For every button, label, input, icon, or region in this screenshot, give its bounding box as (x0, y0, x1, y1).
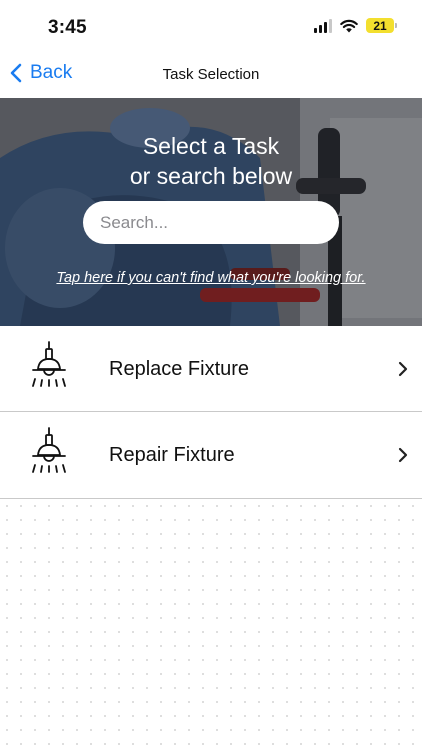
status-icons: 21 (314, 18, 397, 33)
page-title: Task Selection (162, 66, 260, 83)
hero-banner: Select a Task or search below Tap here i… (0, 98, 422, 326)
signal-icon (314, 18, 332, 33)
wifi-icon (340, 19, 358, 32)
status-bar: 3:45 21 (0, 0, 422, 54)
task-list: Replace Fixture Repair Fixture (0, 326, 422, 499)
chevron-right-icon (398, 361, 408, 377)
battery-level: 21 (373, 18, 387, 33)
light-fixture-icon (32, 427, 66, 473)
light-fixture-icon (32, 341, 66, 387)
task-label: Replace Fixture (109, 358, 250, 380)
chevron-right-icon (398, 447, 408, 463)
help-link[interactable]: Tap here if you can't find what you're l… (0, 270, 422, 286)
navigation-bar: Back Task Selection (0, 54, 422, 98)
status-time: 3:45 (48, 17, 87, 38)
list-item[interactable]: Repair Fixture (0, 412, 422, 499)
empty-background (0, 499, 422, 750)
list-item[interactable]: Replace Fixture (0, 326, 422, 412)
hero-title-line1: Select a Task (142, 133, 280, 159)
search-input[interactable] (83, 201, 339, 244)
hero-title: Select a Task or search below (0, 131, 422, 191)
battery-icon: 21 (366, 18, 397, 33)
task-label: Repair Fixture (109, 444, 235, 466)
hero-title-line2: or search below (129, 163, 293, 189)
